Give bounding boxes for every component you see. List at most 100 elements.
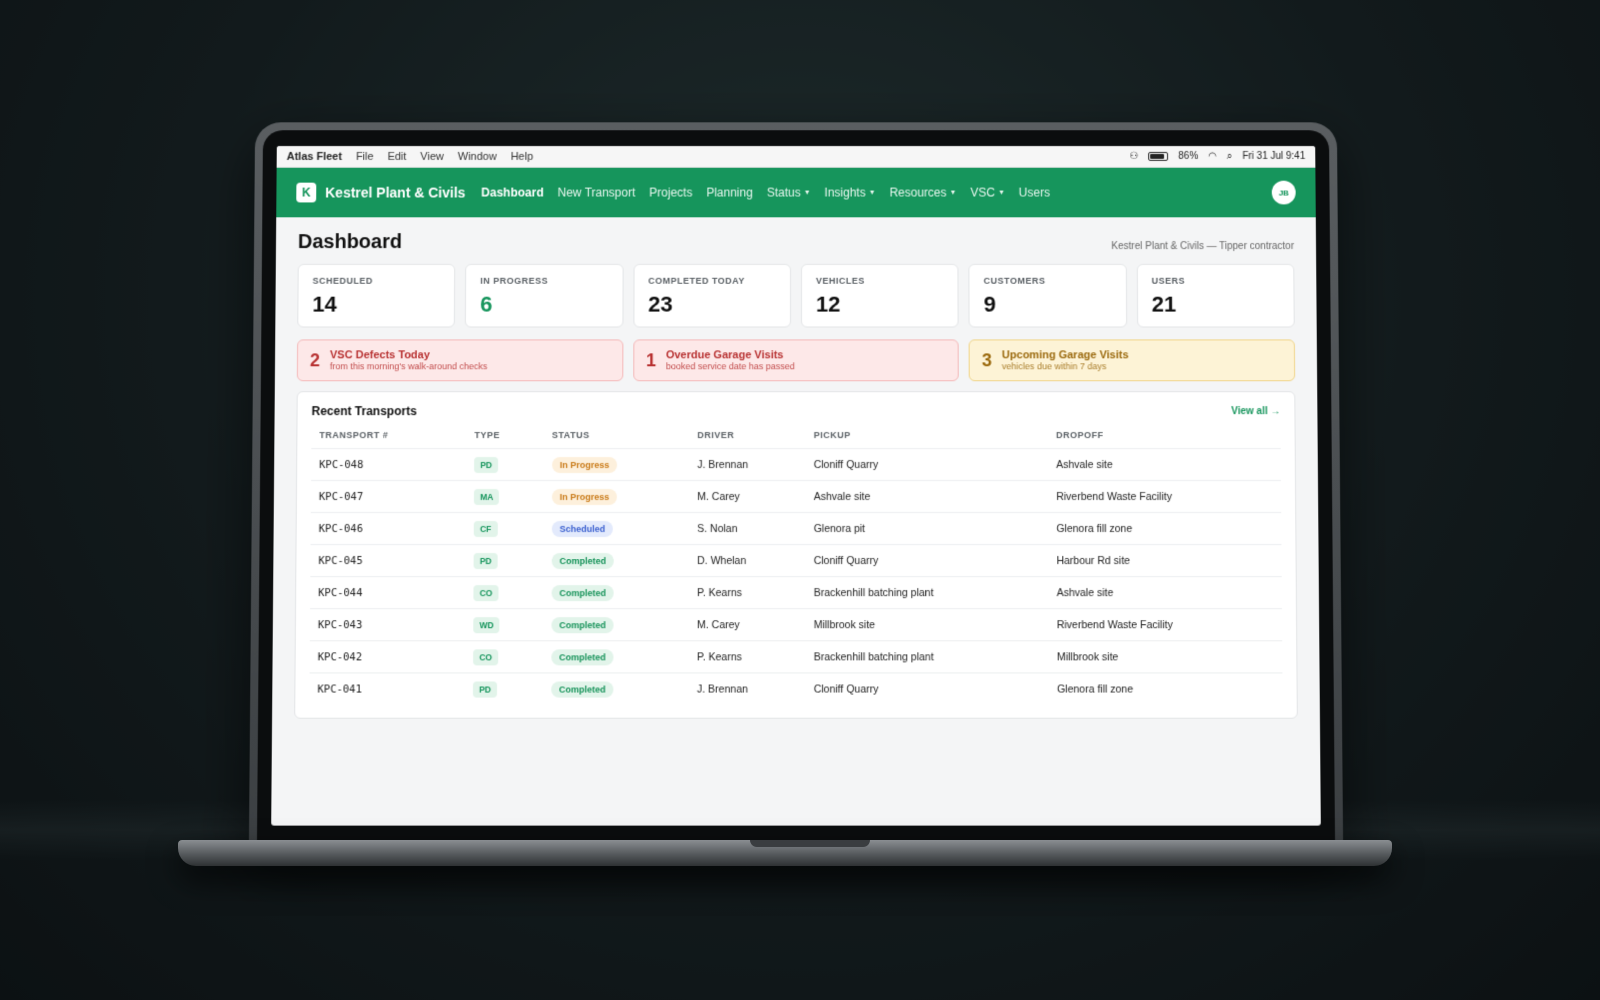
- stat-card-users[interactable]: USERS 21: [1136, 263, 1295, 328]
- transport-id[interactable]: KPC-042: [309, 640, 466, 673]
- menubar-window[interactable]: Window: [458, 150, 497, 162]
- driver-cell: D. Whelan: [689, 544, 806, 577]
- laptop-lid: Atlas Fleet File Edit View Window Help ⚇…: [248, 122, 1344, 852]
- pickup-cell: Brackenhill batching plant: [805, 576, 1049, 609]
- status-cell: In Progress: [543, 480, 690, 513]
- menubar-edit[interactable]: Edit: [387, 150, 406, 162]
- stat-value: 12: [815, 291, 841, 317]
- transport-id[interactable]: KPC-041: [309, 672, 466, 706]
- nav-label: New Transport: [557, 185, 636, 200]
- stats-row: SCHEDULED 14 IN PROGRESS 6 COMPLETED TOD…: [297, 263, 1295, 328]
- alert-title: Overdue Garage Visits: [665, 349, 784, 362]
- battery-percent: 86%: [1178, 150, 1199, 162]
- dropoff-cell: Glenora fill zone: [1048, 672, 1283, 706]
- nav-new-transport[interactable]: New Transport: [558, 186, 636, 200]
- table-row[interactable]: KPC-046 CF Scheduled S. Nolan Glenora pit Gle…: [310, 512, 1282, 545]
- table-row[interactable]: KPC-047 MA In Progress M. Carey Ashvale site…: [310, 480, 1282, 513]
- chevron-down-icon: ▼: [803, 189, 811, 197]
- transport-id[interactable]: KPC-046: [310, 512, 467, 545]
- alert-text: Upcoming Garage Visits vehicles due with…: [1002, 349, 1129, 371]
- type-cell: PD: [465, 544, 544, 577]
- page-header: Dashboard Kestrel Plant & Civils — Tippe…: [298, 231, 1294, 254]
- column-header-transport[interactable]: TRANSPORT #: [311, 426, 466, 448]
- stat-card-customers[interactable]: CUSTOMERS 9: [968, 263, 1127, 328]
- alert-upcoming-garage[interactable]: 3 Upcoming Garage Visits vehicles due wi…: [968, 339, 1296, 382]
- menubar-clock[interactable]: Fri 31 Jul 9:41: [1242, 151, 1305, 162]
- table-header-row: TRANSPORT # TYPE STATUS DRIVER PICKUP DR…: [311, 426, 1280, 448]
- menubar-file[interactable]: File: [356, 150, 374, 162]
- status-badge: Completed: [551, 584, 615, 601]
- column-header-type[interactable]: TYPE: [466, 426, 544, 448]
- column-header-driver[interactable]: DRIVER: [689, 426, 805, 448]
- status-badge: Completed: [550, 681, 614, 698]
- nav-resources[interactable]: Resources ▼: [889, 186, 956, 200]
- nav-dashboard[interactable]: Dashboard: [481, 186, 543, 200]
- nav-users[interactable]: Users: [1019, 186, 1050, 200]
- nav-planning[interactable]: Planning: [706, 186, 753, 200]
- table-row[interactable]: KPC-044 CO Completed P. Kearns Brackenhill b…: [310, 576, 1282, 609]
- column-header-status[interactable]: STATUS: [544, 426, 689, 448]
- transport-id[interactable]: KPC-047: [310, 480, 467, 513]
- stat-label: IN PROGRESS: [480, 275, 549, 286]
- type-cell: PD: [465, 672, 544, 706]
- stat-label: VEHICLES: [815, 275, 865, 286]
- stat-card-in-progress[interactable]: IN PROGRESS 6: [465, 263, 624, 328]
- status-badge: Completed: [551, 616, 614, 633]
- transport-id[interactable]: KPC-048: [311, 448, 467, 481]
- brand-logo[interactable]: K: [296, 182, 317, 203]
- table-row[interactable]: KPC-048 PD In Progress J. Brennan Cloniff Qu…: [311, 448, 1281, 481]
- transport-id[interactable]: KPC-044: [310, 576, 466, 609]
- user-avatar[interactable]: JB: [1271, 180, 1296, 205]
- type-cell: MA: [466, 480, 544, 513]
- control-center-icon[interactable]: ⚇: [1130, 151, 1139, 162]
- app-navbar: K Kestrel Plant & Civils Dashboard New T…: [276, 167, 1316, 218]
- table-row[interactable]: KPC-043 WD Completed M. Carey Millbrook site…: [309, 608, 1283, 641]
- stat-value: 23: [648, 291, 673, 317]
- column-header-dropoff[interactable]: DROPOFF: [1048, 426, 1281, 448]
- driver-cell: P. Kearns: [689, 576, 806, 609]
- menubar-app-name[interactable]: Atlas Fleet: [287, 150, 342, 162]
- menubar-view[interactable]: View: [420, 150, 444, 162]
- alert-vsc-defects[interactable]: 2 VSC Defects Today from this morning's …: [296, 339, 624, 382]
- transport-id[interactable]: KPC-043: [309, 608, 466, 641]
- type-badge: WD: [473, 616, 500, 633]
- stat-card-scheduled[interactable]: SCHEDULED 14: [297, 263, 456, 328]
- menubar-status-area: ⚇ 86% ◠ ⌕ Fri 31 Jul 9:41: [1130, 151, 1306, 162]
- battery-icon[interactable]: [1148, 151, 1169, 161]
- wifi-icon[interactable]: ◠: [1208, 151, 1217, 162]
- nav-projects[interactable]: Projects: [649, 186, 692, 200]
- panel-title: Recent Transports: [311, 404, 417, 419]
- dropoff-cell: Ashvale site: [1048, 448, 1281, 481]
- type-cell: CF: [465, 512, 544, 545]
- laptop-notch: [750, 840, 870, 847]
- transport-id[interactable]: KPC-045: [310, 544, 466, 577]
- alert-text: Overdue Garage Visits booked service dat…: [666, 349, 795, 371]
- table-row[interactable]: KPC-041 PD Completed J. Brennan Cloniff Quar…: [309, 672, 1283, 706]
- pickup-cell: Ashvale site: [805, 480, 1049, 513]
- driver-cell: J. Brennan: [689, 448, 806, 481]
- nav-vsc[interactable]: VSC ▼: [970, 186, 1005, 200]
- view-all-link[interactable]: View all →: [1231, 406, 1280, 417]
- pickup-cell: Brackenhill batching plant: [805, 640, 1049, 673]
- type-badge: MA: [474, 488, 500, 505]
- transports-table: TRANSPORT # TYPE STATUS DRIVER PICKUP DR…: [309, 426, 1283, 706]
- menubar-help[interactable]: Help: [511, 150, 534, 162]
- dropoff-cell: Ashvale site: [1048, 576, 1282, 609]
- type-badge: PD: [473, 552, 498, 569]
- alerts-row: 2 VSC Defects Today from this morning's …: [296, 339, 1296, 382]
- stat-card-completed-today[interactable]: COMPLETED TODAY 23: [633, 263, 792, 328]
- stat-card-vehicles[interactable]: VEHICLES 12: [800, 263, 959, 328]
- stat-value: 14: [312, 291, 337, 317]
- nav-label: VSC: [970, 185, 995, 200]
- alert-subtitle: from this morning's walk-around checks: [329, 361, 488, 372]
- table-row[interactable]: KPC-045 PD Completed D. Whelan Cloniff Quarr…: [310, 544, 1282, 577]
- driver-cell: M. Carey: [689, 608, 806, 641]
- brand-name[interactable]: Kestrel Plant & Civils: [325, 185, 465, 201]
- stat-value: 21: [1151, 291, 1177, 317]
- column-header-pickup[interactable]: PICKUP: [806, 426, 1048, 448]
- nav-insights[interactable]: Insights ▼: [824, 186, 875, 200]
- spotlight-search-icon[interactable]: ⌕: [1227, 151, 1233, 162]
- nav-status[interactable]: Status ▼: [767, 186, 811, 200]
- alert-overdue-garage[interactable]: 1 Overdue Garage Visits booked service d…: [632, 339, 960, 382]
- table-row[interactable]: KPC-042 CO Completed P. Kearns Brackenhill b…: [309, 640, 1283, 673]
